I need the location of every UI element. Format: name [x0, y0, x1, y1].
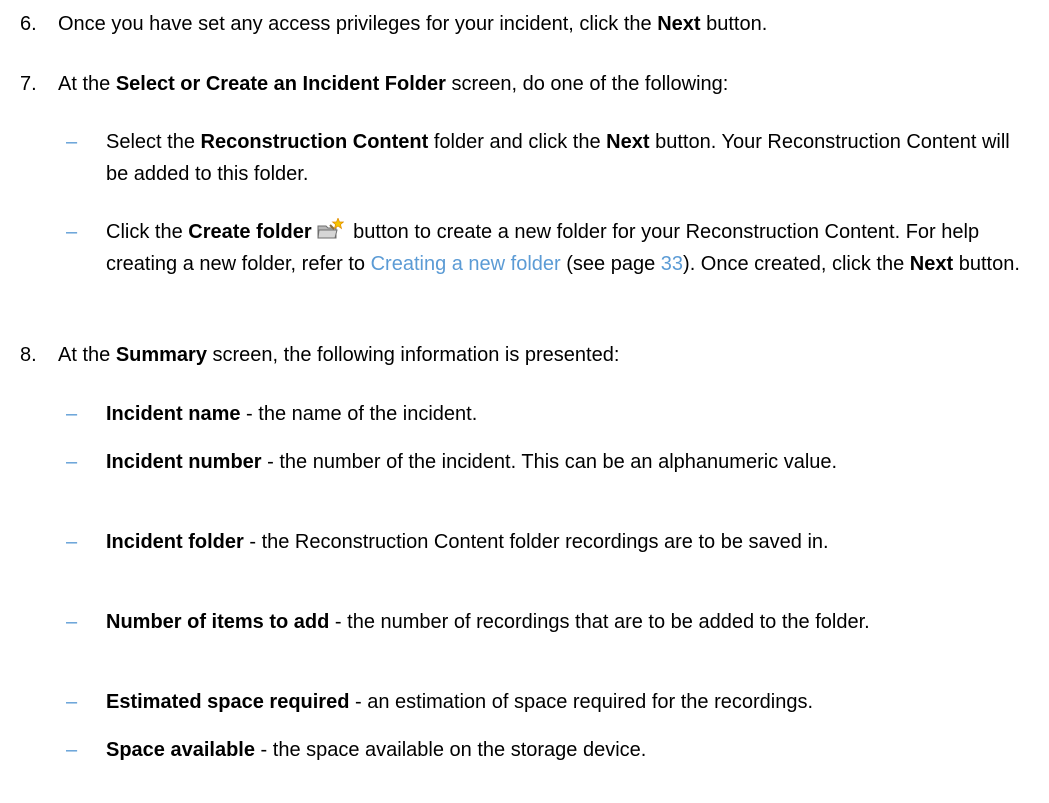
- bullet-dash: –: [66, 131, 78, 153]
- text-part: (see page: [560, 253, 661, 275]
- bullet-text: Space available - the space available on…: [106, 734, 1031, 766]
- term: Space available: [106, 739, 255, 761]
- text-part: Select the: [106, 131, 201, 153]
- step-text: At the Select or Create an Incident Fold…: [58, 68, 1033, 100]
- bullet-dash: –: [66, 221, 78, 243]
- bullet-text: Select the Reconstruction Content folder…: [106, 126, 1031, 190]
- create-folder-icon: [316, 217, 345, 240]
- step-number: 7.: [20, 73, 37, 95]
- bullet-dash: –: [66, 531, 78, 553]
- description: - the name of the incident.: [240, 403, 478, 425]
- step-text: Once you have set any access privileges …: [58, 8, 1033, 40]
- bullet-dash: –: [66, 691, 78, 713]
- step-number: 6.: [20, 13, 37, 35]
- step-text: At the Summary screen, the following inf…: [58, 339, 1033, 371]
- description: - the number of the incident. This can b…: [261, 451, 838, 473]
- bullet-text: Incident number - the number of the inci…: [106, 446, 1031, 478]
- create-folder-label: Create folder: [188, 221, 312, 243]
- screen-name: Summary: [115, 344, 207, 366]
- step-text-part: Once you have set any access privileges …: [58, 13, 658, 35]
- bullet-dash: –: [66, 451, 78, 473]
- text-part: ). Once created, click the: [683, 253, 910, 275]
- step-text-part: button.: [700, 13, 768, 35]
- text-part: folder and click the: [428, 131, 607, 153]
- term: Estimated space required: [106, 691, 350, 713]
- folder-name: Reconstruction Content: [200, 131, 429, 153]
- term: Incident folder: [106, 531, 244, 553]
- text-part: screen, the following information is pre…: [206, 344, 620, 366]
- next-label: Next: [606, 131, 650, 153]
- bullet-dash: –: [66, 403, 78, 425]
- bullet-text: Number of items to add - the number of r…: [106, 606, 1031, 638]
- step-text-part: screen, do one of the following:: [445, 73, 729, 95]
- creating-new-folder-link[interactable]: Creating a new folder: [371, 253, 561, 275]
- page-33-link[interactable]: 33: [661, 253, 683, 275]
- term: Incident number: [106, 451, 262, 473]
- bullet-text: Incident name - the name of the incident…: [106, 398, 1031, 430]
- screen-name: Select or Create an Incident Folder: [115, 73, 446, 95]
- bullet-dash: –: [66, 611, 78, 633]
- term: Incident name: [106, 403, 241, 425]
- next-label: Next: [657, 13, 701, 35]
- description: - an estimation of space required for th…: [349, 691, 814, 713]
- bullet-dash: –: [66, 739, 78, 761]
- step-text-part: At the: [58, 73, 116, 95]
- description: - the Reconstruction Content folder reco…: [243, 531, 829, 553]
- bullet-text: Incident folder - the Reconstruction Con…: [106, 526, 1031, 558]
- bullet-text: Estimated space required - an estimation…: [106, 686, 1031, 718]
- next-label: Next: [909, 253, 954, 275]
- term: Number of items to add: [106, 611, 330, 633]
- text-part: At the: [58, 344, 116, 366]
- bullet-text: Click the Create folder button to create…: [106, 216, 1031, 280]
- text-part: button.: [953, 253, 1020, 275]
- step-number: 8.: [20, 344, 37, 366]
- text-part: Click the: [106, 221, 189, 243]
- description: - the number of recordings that are to b…: [329, 611, 870, 633]
- description: - the space available on the storage dev…: [254, 739, 647, 761]
